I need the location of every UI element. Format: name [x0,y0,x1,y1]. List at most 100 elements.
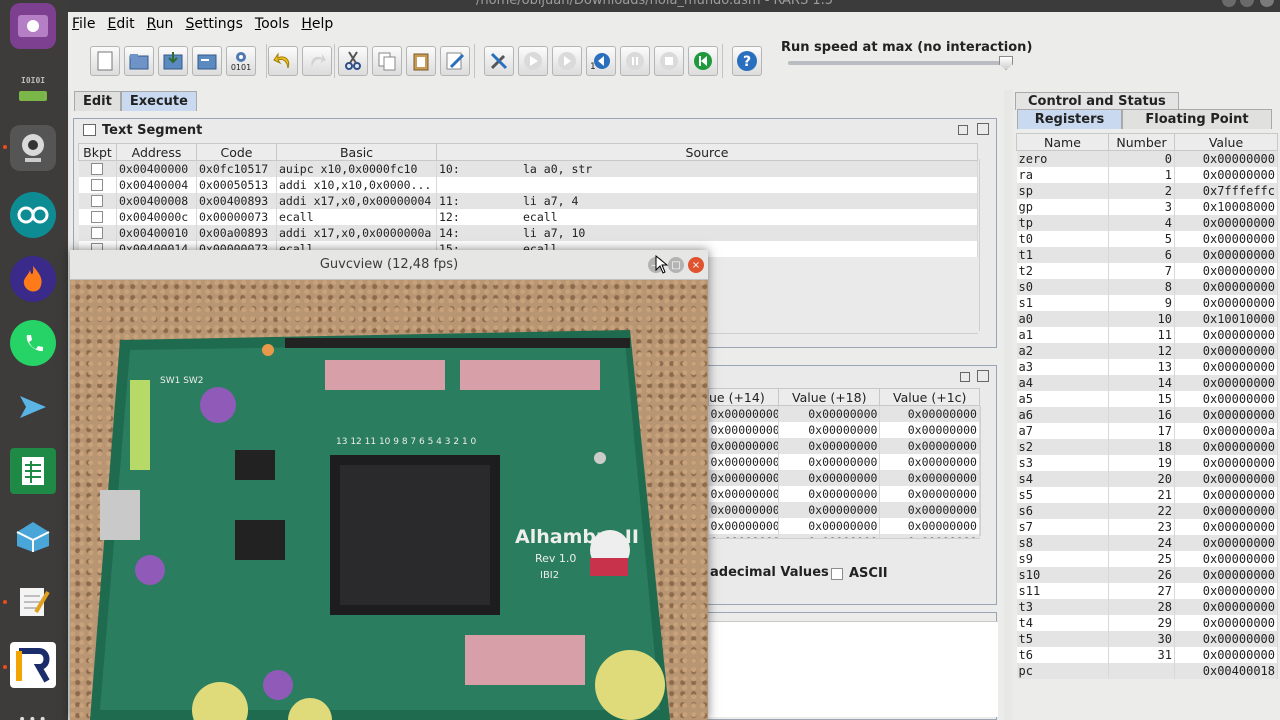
data-segment-horizontal-scrollbar[interactable] [708,538,980,552]
register-row[interactable]: s11 27 0x00000000 [1016,582,1278,599]
register-row[interactable]: s7 23 0x00000000 [1016,518,1278,535]
arduino-app-icon[interactable] [10,192,56,238]
register-row[interactable]: a3 13 0x00000000 [1016,358,1278,375]
register-row[interactable]: a0 10 0x10010000 [1016,310,1278,327]
restore-frame-icon[interactable] [960,372,970,382]
column-header-number[interactable]: Number [1108,133,1175,151]
register-row[interactable]: zero 0 0x00000000 [1016,150,1278,167]
register-row[interactable]: ra 1 0x00000000 [1016,166,1278,183]
cube-app-icon[interactable] [10,514,56,560]
register-row[interactable]: t4 29 0x00000000 [1016,614,1278,631]
breakpoint-checkbox[interactable] [91,179,104,191]
restore-frame-icon[interactable] [958,125,968,135]
redo-button[interactable] [302,46,332,76]
run-button[interactable] [518,46,548,76]
register-row[interactable]: s5 21 0x00000000 [1016,486,1278,503]
register-row[interactable]: a1 11 0x00000000 [1016,326,1278,343]
breakpoint-checkbox[interactable] [91,163,104,176]
assemble-tools-button[interactable] [484,46,514,76]
register-row[interactable]: t2 7 0x00000000 [1016,262,1278,279]
run-speed-slider-thumb[interactable] [999,56,1013,70]
data-segment-row[interactable]: 0x000000000x000000000x00000000 [708,405,980,422]
terminal-app-icon[interactable] [10,3,56,49]
data-segment-vertical-scrollbar[interactable] [980,406,994,536]
column-header-address[interactable]: Address [116,143,197,161]
column-header-source[interactable]: Source [436,143,978,161]
menu-settings[interactable]: Settings [181,16,250,32]
register-row[interactable]: t3 28 0x00000000 [1016,598,1278,615]
text-segment-row[interactable]: 0x00400010 0x00a00893 addi x17,x0,0x000000… [78,224,978,241]
maximize-icon[interactable]: □ [668,257,684,273]
data-segment-row[interactable]: 0x000000000x000000000x00000000 [708,517,980,534]
undo-button[interactable] [268,46,298,76]
rars-app-icon[interactable] [10,642,56,688]
register-row[interactable]: t6 31 0x00000000 [1016,646,1278,663]
data-segment-row[interactable]: 0x000000000x000000000x00000000 [708,485,980,502]
close-icon[interactable]: × [688,257,704,273]
register-row[interactable]: s2 18 0x00000000 [1016,438,1278,455]
column-header-bkpt[interactable]: Bkpt [78,143,117,161]
open-file-button[interactable] [124,46,154,76]
find-replace-button[interactable] [440,46,470,76]
tab-registers[interactable]: Registers [1017,109,1122,129]
menu-edit[interactable]: Edit [103,16,142,32]
new-file-button[interactable] [90,46,120,76]
register-row[interactable]: t1 6 0x00000000 [1016,246,1278,263]
register-row[interactable]: s3 19 0x00000000 [1016,454,1278,471]
tab-floating-point[interactable]: Floating Point [1122,109,1272,129]
register-row[interactable]: t5 30 0x00000000 [1016,630,1278,647]
vscode-app-icon[interactable] [10,384,56,430]
data-segment-row[interactable]: 0x000000000x000000000x00000000 [708,501,980,518]
save-button[interactable] [158,46,188,76]
reset-button[interactable] [688,46,718,76]
run-speed-slider-track[interactable] [788,61,1006,65]
stop-button[interactable] [654,46,684,76]
text-segment-row[interactable]: 0x0040000c 0x00000073 ecall 12: ecall [78,208,978,225]
assemble-button[interactable]: 0101 [226,46,256,76]
copy-button[interactable] [372,46,402,76]
menu-tools[interactable]: Tools [251,16,298,32]
paste-button[interactable] [406,46,436,76]
register-row[interactable]: s10 26 0x00000000 [1016,566,1278,583]
ascii-checkbox[interactable] [831,567,843,580]
register-row[interactable]: gp 3 0x10008000 [1016,198,1278,215]
firefox-app-icon[interactable] [10,256,56,302]
column-header-value-18[interactable]: Value (+18) [777,388,881,406]
spreadsheet-app-icon[interactable] [10,448,56,494]
data-segment-row[interactable]: 0x000000000x000000000x00000000 [708,421,980,438]
column-header-value[interactable]: Value [1174,133,1278,151]
menu-run[interactable]: Run [143,16,182,32]
column-header-name[interactable]: Name [1016,133,1109,151]
register-row[interactable]: pc 0x00400018 [1016,662,1278,679]
close-icon[interactable] [1260,0,1274,7]
pause-button[interactable] [620,46,650,76]
webcam-app-icon[interactable] [10,125,56,171]
register-row[interactable]: s0 8 0x00000000 [1016,278,1278,295]
column-header-code[interactable]: Code [196,143,277,161]
cut-button[interactable] [338,46,368,76]
column-header-value-14[interactable]: ue (+14) [708,388,779,406]
maximize-frame-icon[interactable] [977,370,989,382]
register-row[interactable]: s4 20 0x00000000 [1016,470,1278,487]
tab-execute[interactable]: Execute [120,91,197,111]
column-header-basic[interactable]: Basic [276,143,437,161]
data-segment-row[interactable]: 0x000000000x000000000x00000000 [708,453,980,470]
data-segment-row[interactable]: 0x000000000x000000000x00000000 [708,437,980,454]
register-row[interactable]: t0 5 0x00000000 [1016,230,1278,247]
ascii-checkbox-row[interactable]: ASCII [831,566,888,581]
minimize-icon[interactable] [1222,0,1236,7]
step-button[interactable] [552,46,582,76]
hexadecimal-values-label[interactable]: adecimal Values [710,565,829,580]
guvcview-title-bar[interactable]: Guvcview (12,48 fps) — □ × [70,250,708,280]
maximize-frame-icon[interactable] [977,123,989,135]
register-row[interactable]: tp 4 0x00000000 [1016,214,1278,231]
register-row[interactable]: a2 12 0x00000000 [1016,342,1278,359]
breakpoint-checkbox[interactable] [91,195,104,207]
register-row[interactable]: s8 24 0x00000000 [1016,534,1278,551]
menu-file[interactable]: File [68,16,103,32]
register-row[interactable]: a4 14 0x00000000 [1016,374,1278,391]
maximize-icon[interactable] [1240,0,1254,7]
data-segment-row[interactable]: 0x000000000x000000000x00000000 [708,469,980,486]
register-row[interactable]: s6 22 0x00000000 [1016,502,1278,519]
tab-edit[interactable]: Edit [74,91,121,111]
